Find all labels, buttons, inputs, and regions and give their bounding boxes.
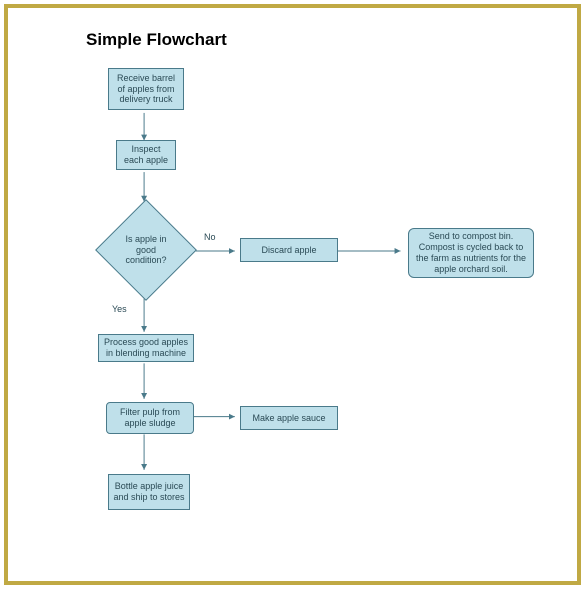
page-title: Simple Flowchart (86, 30, 577, 50)
node-receive-label: Receive barrel of apples from delivery t… (113, 73, 179, 105)
node-bottle-label: Bottle apple juice and ship to stores (113, 481, 185, 503)
node-process: Process good apples in blending machine (98, 334, 194, 362)
node-sauce-label: Make apple sauce (252, 413, 325, 424)
flowchart-arrows (8, 60, 577, 580)
node-discard-label: Discard apple (261, 245, 316, 256)
node-inspect: Inspect each apple (116, 140, 176, 170)
edge-label-no: No (204, 232, 216, 242)
node-decision: Is apple in good condition? (110, 214, 182, 286)
node-compost: Send to compost bin. Compost is cycled b… (408, 228, 534, 278)
node-process-label: Process good apples in blending machine (103, 337, 189, 359)
node-filter: Filter pulp from apple sludge (106, 402, 194, 434)
node-inspect-label: Inspect each apple (121, 144, 171, 166)
flowchart-canvas: Receive barrel of apples from delivery t… (8, 60, 577, 580)
node-filter-label: Filter pulp from apple sludge (111, 407, 189, 429)
node-bottle: Bottle apple juice and ship to stores (108, 474, 190, 510)
node-receive: Receive barrel of apples from delivery t… (108, 68, 184, 110)
node-sauce: Make apple sauce (240, 406, 338, 430)
node-discard: Discard apple (240, 238, 338, 262)
document-content: Simple Flowchart (8, 8, 577, 581)
node-compost-label: Send to compost bin. Compost is cycled b… (413, 231, 529, 274)
document-frame: Simple Flowchart (4, 4, 581, 585)
edge-label-yes: Yes (112, 304, 127, 314)
node-decision-label: Is apple in good condition? (110, 214, 182, 286)
